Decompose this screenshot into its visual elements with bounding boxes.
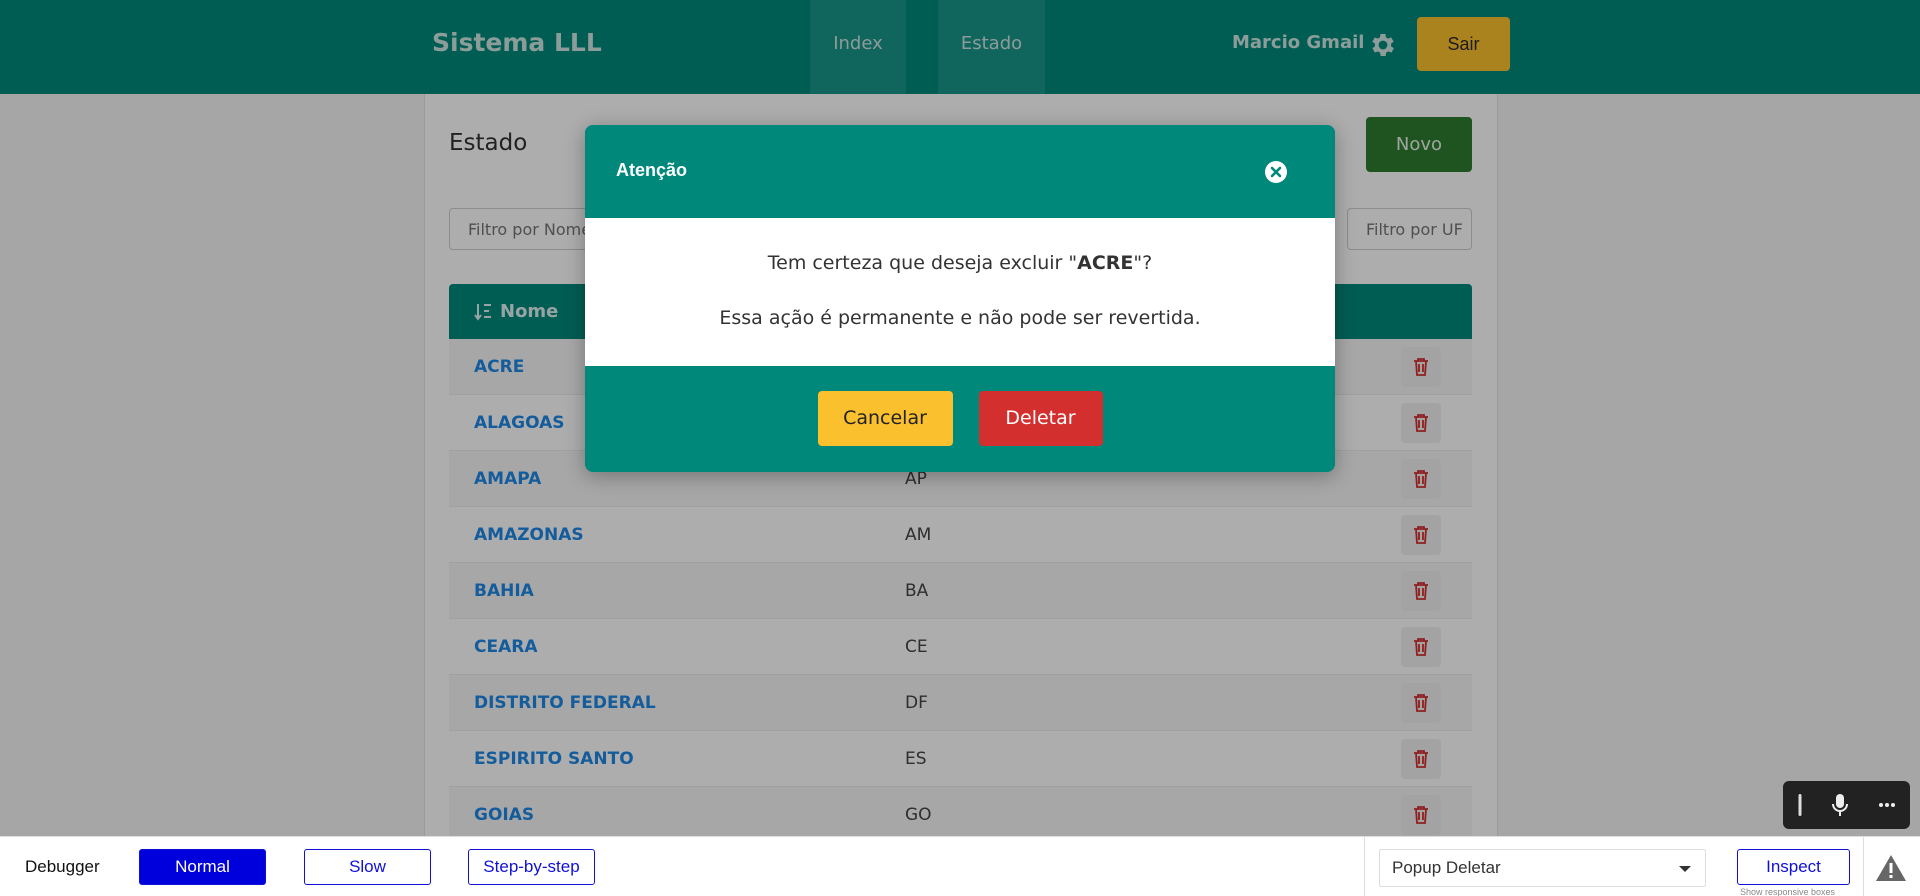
confirm-warning: Essa ação é permanente e não pode ser re…	[719, 307, 1201, 329]
scenario-select-value: Popup Deletar	[1392, 858, 1501, 877]
debugger-label: Debugger	[25, 857, 100, 876]
divider	[1364, 837, 1365, 896]
inspect-hint: Show responsive boxes	[1740, 887, 1836, 896]
close-icon[interactable]	[1264, 160, 1288, 184]
more-icon[interactable]	[1878, 802, 1896, 808]
cancel-button[interactable]: Cancelar	[817, 390, 953, 446]
mode-step-button[interactable]: Step-by-step	[468, 849, 595, 885]
mode-slow-button[interactable]: Slow	[304, 849, 431, 885]
modal-title: Atenção	[616, 160, 688, 180]
confirm-question: Tem certeza que deseja excluir "ACRE"?	[585, 218, 1335, 274]
question-prefix: Tem certeza que deseja excluir "	[767, 252, 1078, 274]
warning-icon[interactable]	[1874, 853, 1908, 883]
modal-header: Atenção	[585, 125, 1335, 218]
question-suffix: "?	[1133, 252, 1153, 274]
mic-icon[interactable]	[1831, 793, 1849, 817]
confirm-delete-modal: Atenção Tem certeza que deseja excluir "…	[585, 125, 1335, 472]
inspect-button[interactable]: Inspect	[1737, 849, 1850, 885]
drag-handle-icon[interactable]	[1797, 794, 1803, 816]
modal-body: Tem certeza que deseja excluir "ACRE"? E…	[585, 218, 1335, 366]
voice-widget	[1783, 781, 1910, 829]
modal-footer: Cancelar Deletar	[585, 366, 1335, 472]
question-item: ACRE	[1077, 252, 1134, 274]
scenario-select[interactable]: Popup Deletar	[1379, 849, 1706, 887]
mode-normal-button[interactable]: Normal	[139, 849, 266, 885]
delete-button[interactable]: Deletar	[978, 390, 1103, 446]
debugger-bar: Debugger Normal Slow Step-by-step Popup …	[0, 836, 1920, 896]
divider	[1863, 837, 1864, 896]
chevron-down-icon	[1679, 866, 1691, 872]
